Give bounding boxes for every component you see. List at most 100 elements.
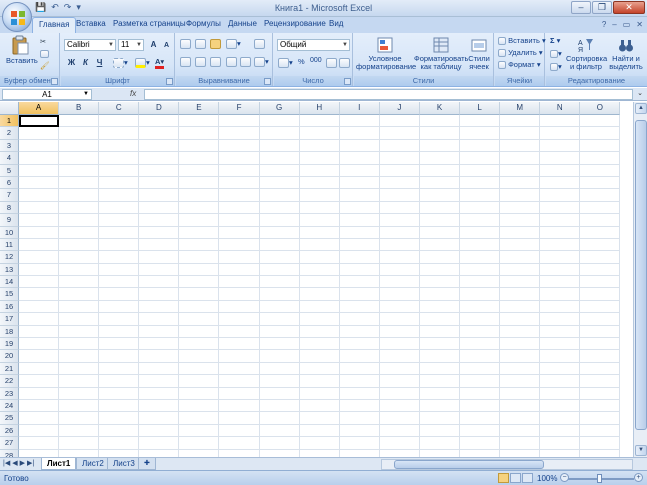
cell[interactable] (219, 375, 260, 388)
zoom-in-icon[interactable]: + (634, 473, 643, 482)
cell[interactable] (299, 238, 340, 252)
row-header[interactable]: 16 (0, 300, 19, 314)
cell[interactable] (339, 164, 380, 177)
row-header[interactable]: 15 (0, 288, 19, 301)
expand-formula-icon[interactable]: ⌄ (635, 89, 645, 100)
cell[interactable] (99, 288, 140, 301)
cell[interactable] (580, 176, 621, 190)
cell[interactable] (540, 449, 581, 457)
cell[interactable] (460, 127, 501, 140)
cell[interactable] (379, 338, 420, 351)
last-sheet-icon[interactable]: ▶| (27, 459, 34, 467)
row-header[interactable]: 1 (0, 115, 19, 128)
cell[interactable] (379, 362, 420, 376)
cell[interactable] (260, 449, 300, 457)
clear-icon[interactable]: ▾ (550, 62, 562, 72)
align-right-icon[interactable] (210, 57, 221, 68)
cell[interactable] (580, 288, 621, 301)
cell[interactable] (339, 201, 380, 215)
cell[interactable] (139, 164, 180, 177)
cell[interactable] (419, 375, 461, 388)
column-header[interactable]: A (19, 102, 60, 115)
cell[interactable] (219, 412, 260, 425)
cell[interactable] (219, 399, 260, 413)
cell[interactable] (179, 189, 220, 202)
cell[interactable] (219, 362, 260, 376)
cell[interactable] (219, 214, 260, 227)
sheet-tab-1[interactable]: Лист1 (41, 458, 77, 470)
cell[interactable] (259, 214, 300, 227)
cell[interactable] (59, 201, 100, 215)
cell[interactable] (259, 288, 300, 301)
cell[interactable] (500, 276, 541, 289)
row-header[interactable]: 17 (0, 313, 19, 326)
column-header[interactable]: N (540, 102, 581, 115)
workbook-close-icon[interactable]: ✕ (636, 20, 643, 29)
cell[interactable] (59, 313, 100, 326)
cell[interactable] (139, 300, 180, 314)
cell[interactable] (139, 437, 180, 450)
conditional-formatting-button[interactable]: Условное форматирование (356, 37, 416, 71)
cell[interactable] (540, 424, 581, 438)
align-top-icon[interactable] (180, 39, 191, 50)
cell[interactable] (179, 437, 220, 450)
cell[interactable] (500, 176, 541, 190)
cell[interactable] (259, 263, 300, 277)
cell-styles-button[interactable]: Стили ячеек (466, 37, 492, 71)
cell[interactable] (580, 399, 621, 413)
cell[interactable] (419, 350, 461, 363)
cell[interactable] (259, 437, 300, 450)
format-cells-button[interactable]: Формат ▾ (498, 60, 541, 70)
cell[interactable] (59, 437, 100, 450)
prev-sheet-icon[interactable]: ◀ (12, 459, 17, 467)
cell[interactable] (500, 300, 541, 314)
bold-button[interactable]: Ж (65, 57, 78, 69)
cell[interactable] (460, 176, 501, 190)
cell[interactable] (19, 437, 60, 450)
cell[interactable] (500, 350, 541, 363)
help-icon[interactable]: ? (602, 20, 606, 29)
row-header[interactable]: 12 (0, 251, 19, 264)
cell[interactable] (540, 313, 581, 326)
workbook-minimize-icon[interactable]: – (612, 20, 616, 29)
cell[interactable] (540, 115, 581, 128)
cell[interactable] (379, 399, 420, 413)
cell[interactable] (379, 201, 420, 215)
clipboard-launcher[interactable] (51, 78, 58, 85)
cell[interactable] (460, 251, 501, 264)
cell[interactable] (540, 412, 581, 425)
cell[interactable] (219, 437, 260, 450)
cell[interactable] (339, 115, 380, 128)
decrease-decimal-icon[interactable] (339, 58, 350, 69)
cell[interactable] (379, 214, 420, 227)
sort-filter-button[interactable]: A Я Сортировка и фильтр (566, 37, 607, 71)
cell[interactable] (419, 276, 461, 289)
cell[interactable] (139, 115, 180, 128)
column-header[interactable]: C (99, 102, 140, 115)
cell[interactable] (139, 375, 180, 388)
cell[interactable] (419, 325, 461, 339)
cell[interactable] (580, 214, 621, 227)
cell[interactable] (299, 325, 340, 339)
cell[interactable] (299, 189, 340, 202)
row-header[interactable]: 22 (0, 375, 19, 388)
cell[interactable] (139, 238, 180, 252)
cell[interactable] (419, 127, 461, 140)
cell[interactable] (219, 115, 260, 128)
cell[interactable] (580, 375, 621, 388)
cell[interactable] (299, 276, 340, 289)
cell[interactable] (379, 115, 420, 128)
first-sheet-icon[interactable]: |◀ (3, 459, 10, 467)
cell[interactable] (19, 424, 60, 438)
cell[interactable] (219, 139, 260, 153)
horizontal-scrollbar[interactable] (381, 459, 633, 470)
cell[interactable] (59, 362, 100, 376)
row-header[interactable]: 21 (0, 362, 19, 376)
cell[interactable] (259, 189, 300, 202)
cell[interactable] (99, 338, 140, 351)
cell[interactable] (139, 350, 180, 363)
cell[interactable] (259, 387, 300, 400)
cell[interactable] (460, 164, 501, 177)
cell[interactable] (59, 139, 100, 153)
row-header[interactable]: 19 (0, 338, 19, 351)
